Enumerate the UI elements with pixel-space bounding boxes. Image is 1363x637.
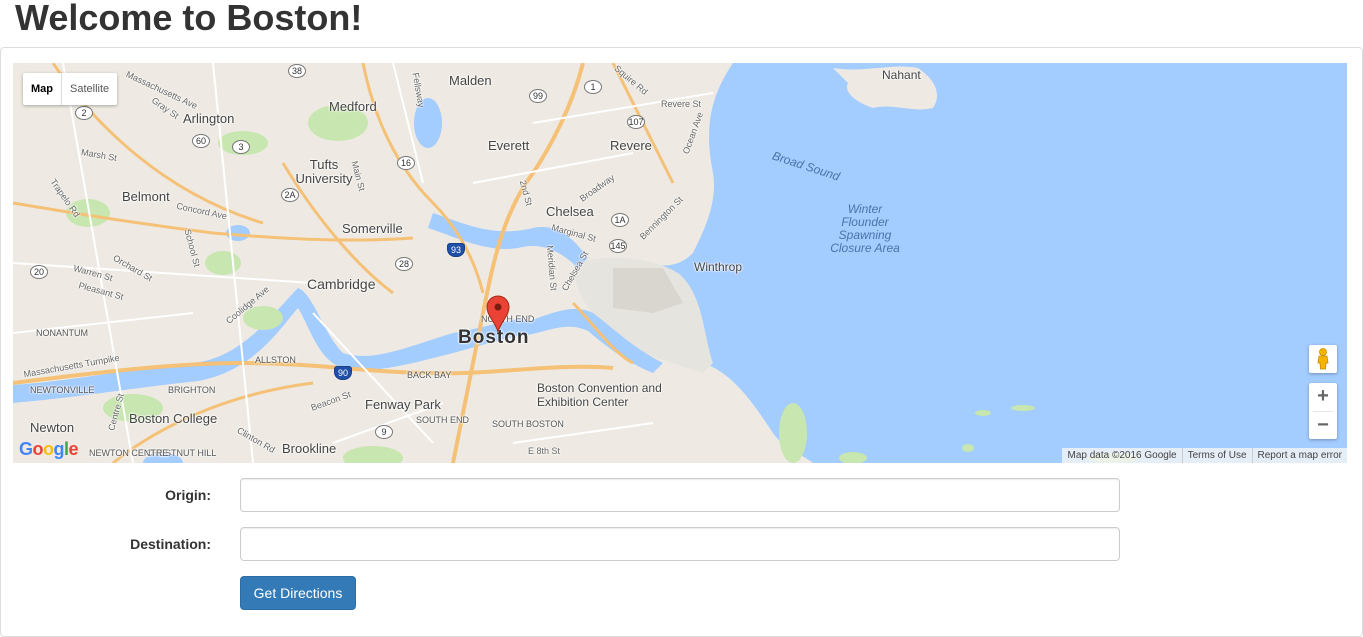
route-shield: 20	[30, 265, 48, 279]
zoom-out-button[interactable]: −	[1309, 412, 1337, 440]
neighborhood-label: Allston	[255, 355, 296, 365]
place-label: Brookline	[282, 441, 337, 456]
get-directions-button[interactable]: Get Directions	[240, 576, 356, 610]
street-label: E 8th St	[528, 446, 561, 456]
map-type-satellite-button[interactable]: Satellite	[62, 73, 117, 105]
destination-row: Destination:	[0, 527, 1363, 561]
neighborhood-label: Back Bay	[407, 370, 452, 380]
neighborhood-label: Nonantum	[36, 328, 88, 338]
street-label: Revere St	[661, 99, 702, 109]
place-label: Malden	[449, 73, 492, 88]
place-label: Medford	[329, 99, 377, 114]
place-label: Cambridge	[307, 276, 376, 292]
place-label: Revere	[610, 138, 652, 153]
route-shield: 2	[75, 106, 93, 120]
route-shield: 107	[627, 115, 645, 129]
map-type-map-button[interactable]: Map	[23, 73, 62, 105]
page-title: Welcome to Boston!	[15, 0, 363, 38]
neighborhood-label: South End	[416, 415, 470, 425]
route-shield: 28	[395, 257, 413, 271]
route-shield: 1	[584, 80, 602, 94]
route-shield: 38	[288, 64, 306, 78]
map-attribution: Map data ©2016 Google Terms of Use Repor…	[1062, 448, 1347, 463]
map-canvas[interactable]: Malden Medford Arlington Everett Revere …	[13, 63, 1347, 463]
zoom-in-button[interactable]: +	[1309, 383, 1337, 411]
place-label: Somerville	[342, 221, 403, 236]
place-label: Boston College	[129, 411, 218, 426]
place-label: Nahant	[882, 68, 921, 82]
street-view-pegman-icon[interactable]	[1309, 345, 1337, 373]
zoom-control: + −	[1309, 383, 1337, 439]
destination-input[interactable]	[240, 527, 1120, 561]
neighborhood-label: Newtonville	[30, 385, 95, 395]
place-label: Newton	[30, 420, 75, 435]
place-label: Fenway Park	[365, 397, 441, 412]
route-shield: 16	[397, 156, 415, 170]
map-data-credit: Map data ©2016 Google	[1067, 450, 1177, 461]
route-shield: 145	[609, 239, 627, 253]
terms-of-use-link[interactable]: Terms of Use	[1181, 448, 1252, 463]
place-label: Boston Convention and Exhibition Center	[537, 381, 662, 409]
destination-label: Destination:	[130, 536, 211, 552]
place-label: Belmont	[122, 189, 170, 204]
location-marker-icon[interactable]	[486, 295, 510, 333]
report-map-error-link[interactable]: Report a map error	[1251, 448, 1347, 463]
route-shield: 9	[375, 425, 393, 439]
interstate-shield: 93	[447, 243, 465, 257]
origin-label: Origin:	[165, 487, 211, 503]
route-shield: 60	[192, 134, 210, 148]
neighborhood-label: South Boston	[492, 419, 564, 429]
origin-row: Origin:	[0, 478, 1363, 512]
place-label: Arlington	[183, 111, 235, 126]
google-logo[interactable]: Google	[19, 439, 79, 460]
map-type-control: Map Satellite	[23, 73, 118, 105]
route-shield: 1A	[611, 213, 629, 227]
neighborhood-label: Brighton	[168, 385, 216, 395]
origin-input[interactable]	[240, 478, 1120, 512]
route-shield: 3	[232, 140, 250, 154]
place-label: Chelsea	[546, 204, 594, 219]
water-label: Winter Flounder Spawning Closure Area	[830, 202, 900, 255]
interstate-shield: 90	[334, 366, 352, 380]
route-shield: 2A	[281, 188, 299, 202]
place-label: Winthrop	[694, 260, 743, 274]
place-label: Everett	[488, 138, 530, 153]
neighborhood-label: Newton Centre	[89, 448, 169, 458]
route-shield: 99	[529, 89, 547, 103]
